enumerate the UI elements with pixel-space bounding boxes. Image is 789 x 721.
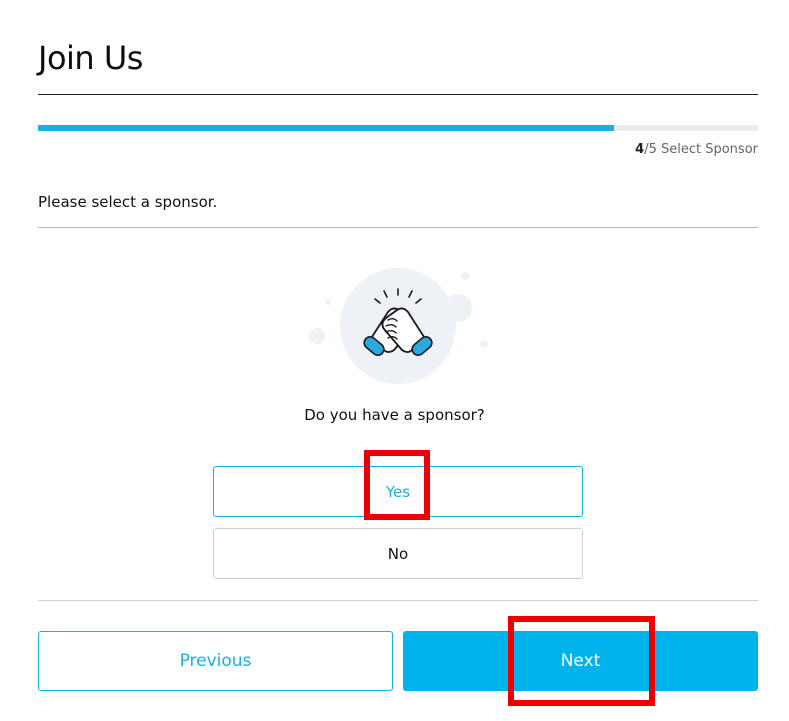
instruction-divider — [38, 227, 758, 228]
handshake-icon — [309, 268, 488, 384]
no-option-button[interactable]: No — [213, 528, 583, 579]
step-name: Select Sponsor — [660, 142, 758, 157]
yes-option-button[interactable]: Yes — [213, 466, 583, 517]
sponsor-question: Do you have a sponsor? — [304, 406, 485, 424]
current-step-number: 4 — [635, 142, 645, 157]
previous-button[interactable]: Previous — [38, 631, 393, 691]
page-title: Join Us — [38, 39, 143, 77]
title-divider — [38, 94, 758, 95]
footer-divider — [38, 600, 758, 601]
join-us-page: Join Us 4/5 Select Sponsor Please select… — [0, 0, 789, 721]
total-steps-label: /5 — [644, 142, 657, 157]
instruction-text: Please select a sponsor. — [38, 193, 218, 211]
next-button[interactable]: Next — [403, 631, 758, 691]
progress-bar-fill — [38, 125, 614, 131]
step-indicator: 4/5 Select Sponsor — [635, 142, 758, 157]
progress-bar — [38, 125, 758, 131]
sponsor-illustration — [300, 262, 500, 392]
